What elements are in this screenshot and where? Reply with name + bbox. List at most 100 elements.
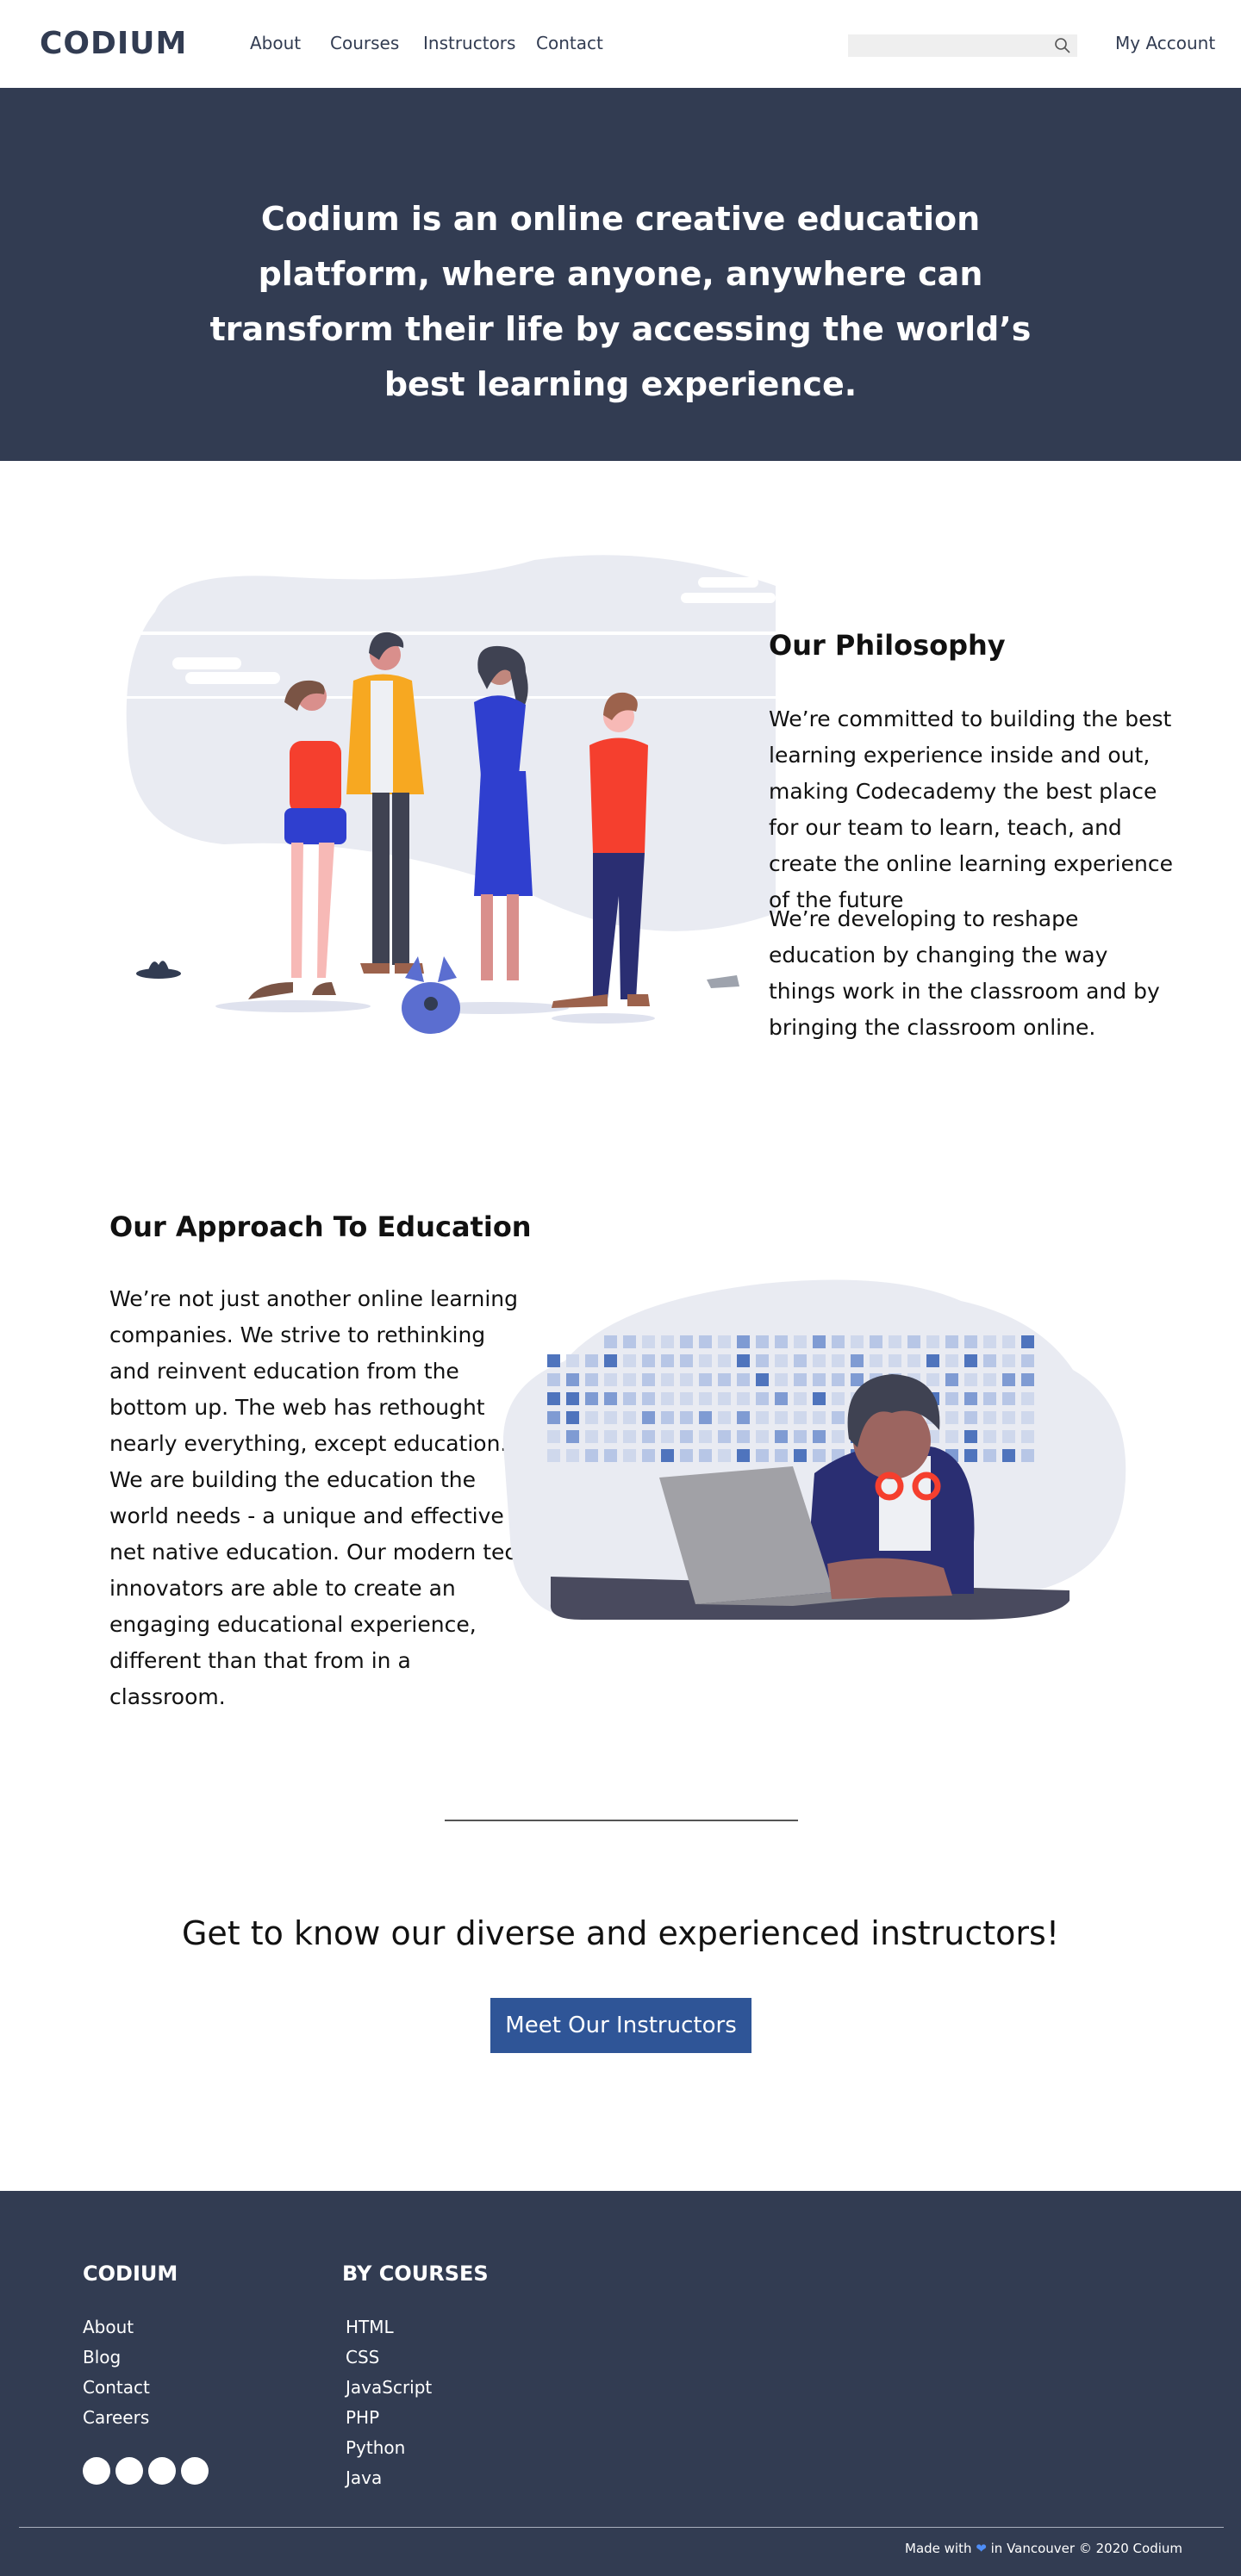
grid-tile <box>889 1335 901 1348</box>
grid-tile <box>926 1354 939 1367</box>
nav-link-instructors[interactable]: Instructors <box>423 33 515 53</box>
grid-tile <box>623 1373 636 1386</box>
footer-course-java[interactable]: Java <box>346 2467 382 2488</box>
grid-tile <box>851 1335 864 1348</box>
grid-tile <box>680 1335 693 1348</box>
grid-tile <box>945 1430 958 1443</box>
grid-tile <box>813 1449 826 1462</box>
grid-tile <box>889 1354 901 1367</box>
grid-tile <box>699 1335 712 1348</box>
grid-tile <box>547 1392 560 1405</box>
philosophy-paragraph-2: We’re developing to reshape education by… <box>769 906 1160 1040</box>
team-illustration <box>121 555 784 1034</box>
grid-tile <box>794 1335 807 1348</box>
grid-tile <box>718 1392 731 1405</box>
footer-brand: CODIUM <box>83 2262 178 2286</box>
grid-tile <box>566 1373 579 1386</box>
grid-tile <box>661 1430 674 1443</box>
grid-tile <box>775 1335 788 1348</box>
grid-tile <box>642 1449 655 1462</box>
footer-courses-title: BY COURSES <box>342 2262 489 2286</box>
grid-tile <box>585 1430 598 1443</box>
grid-tile <box>870 1335 882 1348</box>
grid-tile <box>907 1354 920 1367</box>
grid-tile <box>775 1449 788 1462</box>
grid-tile <box>964 1392 977 1405</box>
grid-tile <box>926 1373 939 1386</box>
footer-link-careers[interactable]: Careers <box>83 2407 149 2428</box>
nav-link-courses[interactable]: Courses <box>330 33 399 53</box>
grid-tile <box>832 1411 845 1424</box>
footer-course-python[interactable]: Python <box>346 2437 405 2458</box>
grid-tile <box>756 1373 769 1386</box>
grid-tile <box>737 1430 750 1443</box>
footer-link-blog[interactable]: Blog <box>83 2347 121 2368</box>
grid-tile <box>699 1411 712 1424</box>
grid-tile <box>1021 1449 1034 1462</box>
grid-tile <box>775 1373 788 1386</box>
footer-course-css[interactable]: CSS <box>346 2347 379 2368</box>
nav-link-about[interactable]: About <box>250 33 301 53</box>
grid-tile <box>1002 1411 1015 1424</box>
approach-paragraph: We’re not just another online learning c… <box>109 1286 531 1709</box>
social-icon-3[interactable] <box>148 2457 176 2485</box>
top-navigation: CODIUM About Courses Instructors Contact… <box>0 0 1241 88</box>
grid-tile <box>604 1373 617 1386</box>
grid-tile <box>1002 1449 1015 1462</box>
grid-tile <box>851 1373 864 1386</box>
grid-tile <box>642 1392 655 1405</box>
grid-tile <box>870 1354 882 1367</box>
grid-tile <box>964 1449 977 1462</box>
my-account-link[interactable]: My Account <box>1115 33 1215 53</box>
grid-tile <box>718 1335 731 1348</box>
grid-tile <box>1021 1392 1034 1405</box>
grid-tile <box>775 1411 788 1424</box>
grid-tile <box>1002 1392 1015 1405</box>
grid-tile <box>699 1449 712 1462</box>
grid-tile <box>547 1354 560 1367</box>
grid-tile <box>964 1354 977 1367</box>
nav-link-contact[interactable]: Contact <box>536 33 603 53</box>
grid-tile <box>699 1373 712 1386</box>
search-input[interactable] <box>848 34 1077 57</box>
grid-tile <box>983 1430 996 1443</box>
grid-tile <box>585 1392 598 1405</box>
search-icon[interactable] <box>1053 36 1072 55</box>
grid-tile <box>585 1411 598 1424</box>
meet-instructors-button[interactable]: Meet Our Instructors <box>490 1998 751 2053</box>
footer-link-contact[interactable]: Contact <box>83 2377 150 2398</box>
footer-course-html[interactable]: HTML <box>346 2317 394 2337</box>
grid-tile <box>1021 1373 1034 1386</box>
grid-tile <box>737 1411 750 1424</box>
grid-tile <box>718 1354 731 1367</box>
footer-link-about[interactable]: About <box>83 2317 134 2337</box>
philosophy-title: Our Philosophy <box>769 629 1006 662</box>
grid-tile <box>623 1430 636 1443</box>
grid-tile <box>680 1354 693 1367</box>
grid-tile <box>718 1411 731 1424</box>
site-logo[interactable]: CODIUM <box>40 26 187 61</box>
footer-course-javascript[interactable]: JavaScript <box>346 2377 432 2398</box>
grid-tile <box>661 1335 674 1348</box>
social-icon-4[interactable] <box>181 2457 209 2485</box>
grid-tile <box>661 1411 674 1424</box>
grid-tile <box>547 1430 560 1443</box>
social-icon-2[interactable] <box>115 2457 143 2485</box>
grid-tile <box>585 1354 598 1367</box>
grid-tile <box>813 1411 826 1424</box>
grid-tile <box>699 1392 712 1405</box>
grid-tile <box>623 1392 636 1405</box>
grid-tile <box>585 1449 598 1462</box>
grid-tile <box>604 1335 617 1348</box>
grid-tile <box>718 1449 731 1462</box>
grid-tile <box>1002 1354 1015 1367</box>
grid-tile <box>813 1373 826 1386</box>
footer-course-php[interactable]: PHP <box>346 2407 379 2428</box>
grid-tile <box>680 1430 693 1443</box>
grid-tile <box>1002 1430 1015 1443</box>
grid-tile <box>794 1373 807 1386</box>
grid-tile <box>851 1354 864 1367</box>
grid-tile <box>566 1430 579 1443</box>
social-icon-1[interactable] <box>83 2457 110 2485</box>
grid-tile <box>983 1373 996 1386</box>
